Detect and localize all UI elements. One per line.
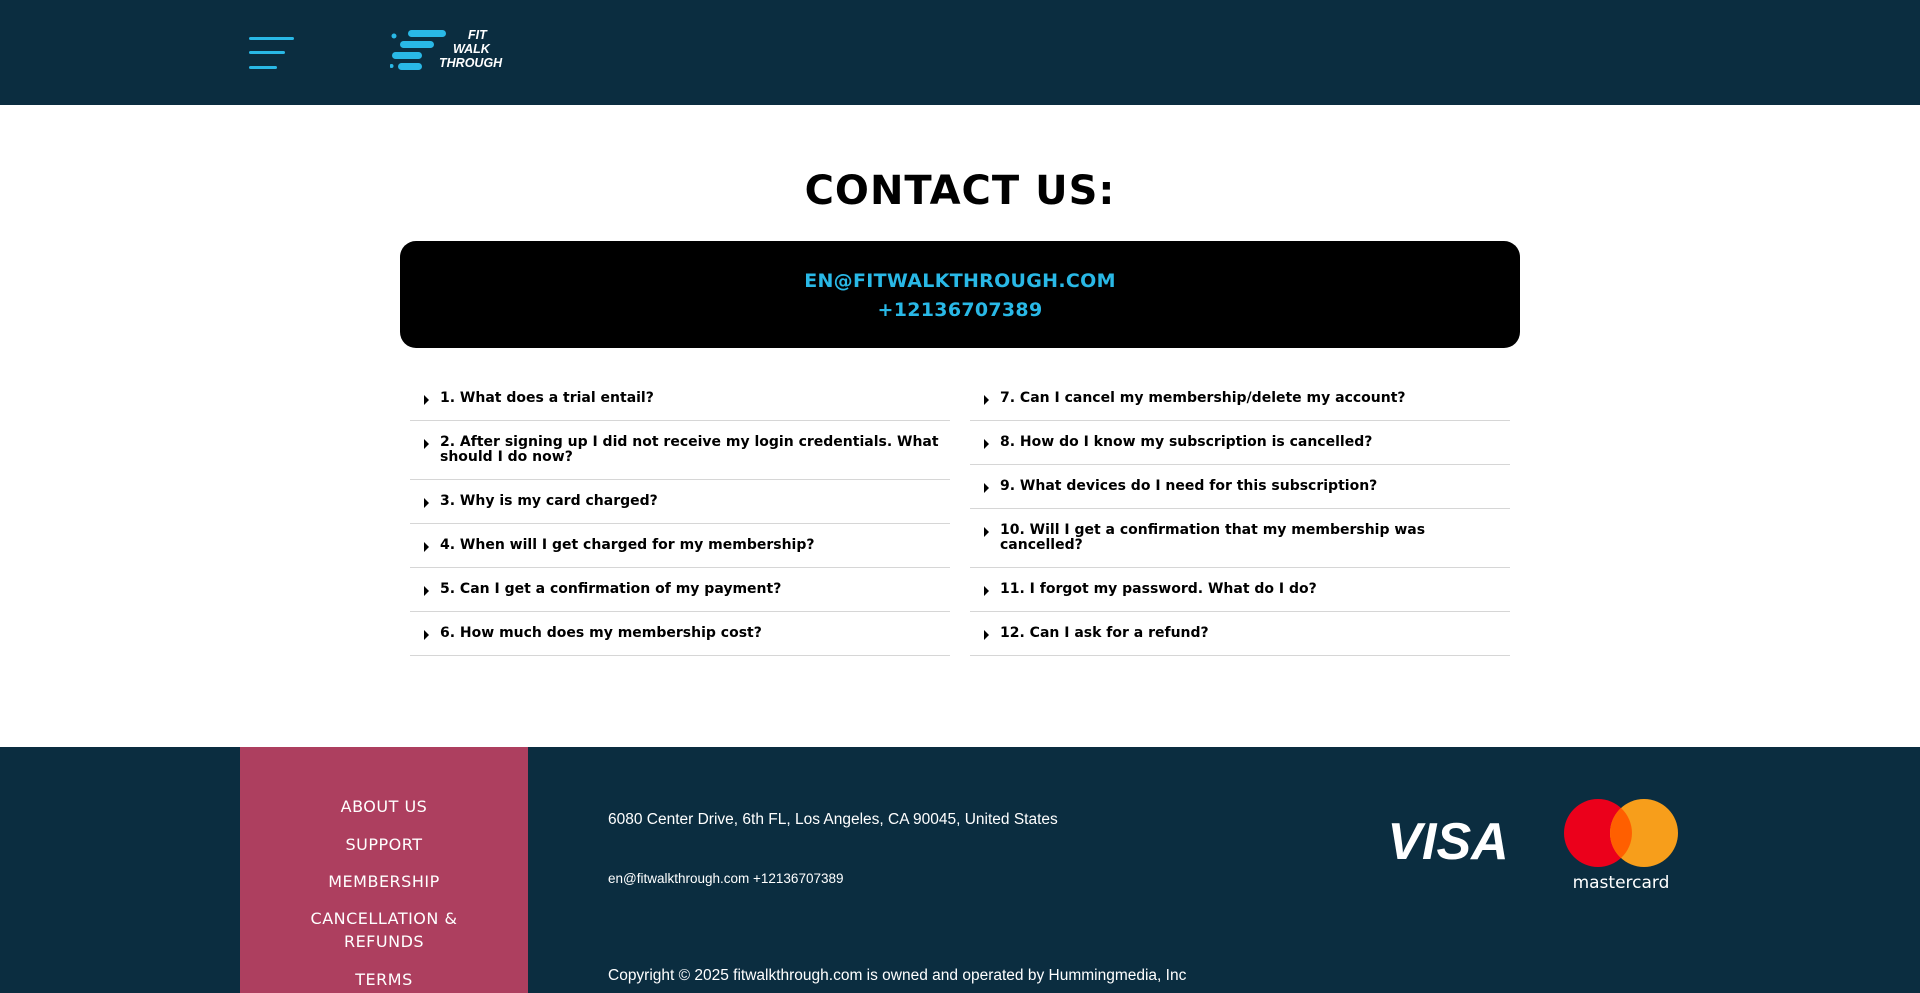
caret-right-icon — [424, 630, 429, 640]
caret-right-icon — [984, 395, 989, 405]
footer-nav: ABOUT US SUPPORT MEMBERSHIP CANCELLATION… — [240, 747, 528, 993]
faq-item-3[interactable]: 3. Why is my card charged? — [410, 480, 950, 524]
contact-email-link[interactable]: EN@FITWALKTHROUGH.COM — [400, 270, 1520, 292]
mastercard-wordmark: mastercard — [1573, 873, 1670, 893]
faq-item-12[interactable]: 12. Can I ask for a refund? — [970, 612, 1510, 656]
caret-right-icon — [424, 586, 429, 596]
footer-copyright: Copyright © 2025 fitwalkthrough.com is o… — [608, 967, 1187, 984]
faq-item-1[interactable]: 1. What does a trial entail? — [410, 377, 950, 421]
site-header: FIT WALK THROUGH — [0, 0, 1920, 105]
logo-wordmark: FIT WALK THROUGH — [426, 28, 506, 70]
footer-contact: en@fitwalkthrough.com +12136707389 — [608, 871, 844, 886]
hamburger-icon[interactable] — [249, 35, 294, 71]
logo-line-walk: WALK — [453, 42, 490, 56]
caret-right-icon — [424, 542, 429, 552]
faq-question: 7. Can I cancel my membership/delete my … — [1000, 390, 1406, 406]
caret-right-icon — [984, 527, 989, 537]
faq-item-7[interactable]: 7. Can I cancel my membership/delete my … — [970, 377, 1510, 421]
faq-item-5[interactable]: 5. Can I get a confirmation of my paymen… — [410, 568, 950, 612]
faq-item-9[interactable]: 9. What devices do I need for this subsc… — [970, 465, 1510, 509]
footer-link-about-us[interactable]: ABOUT US — [240, 795, 528, 818]
faq-question: 1. What does a trial entail? — [440, 390, 654, 406]
faq-question: 10. Will I get a confirmation that my me… — [1000, 522, 1426, 553]
faq-item-10[interactable]: 10. Will I get a confirmation that my me… — [970, 509, 1510, 568]
faq-item-6[interactable]: 6. How much does my membership cost? — [410, 612, 950, 656]
faq-question: 8. How do I know my subscription is canc… — [1000, 434, 1373, 450]
contact-box: EN@FITWALKTHROUGH.COM +12136707389 — [400, 241, 1520, 348]
faq-item-4[interactable]: 4. When will I get charged for my member… — [410, 524, 950, 568]
visa-logo-icon: VISA — [1387, 813, 1508, 867]
faq-question: 5. Can I get a confirmation of my paymen… — [440, 581, 782, 597]
site-footer: ABOUT US SUPPORT MEMBERSHIP CANCELLATION… — [0, 747, 1920, 993]
visa-wordmark: VISA — [1387, 813, 1508, 867]
caret-right-icon — [984, 630, 989, 640]
faq-question: 12. Can I ask for a refund? — [1000, 625, 1209, 641]
footer-address: 6080 Center Drive, 6th FL, Los Angeles, … — [608, 811, 1058, 828]
footer-link-terms[interactable]: TERMS — [240, 968, 528, 991]
logo-line-fit: FIT — [468, 28, 487, 42]
logo-line-through: THROUGH — [439, 56, 503, 70]
contact-phone-link[interactable]: +12136707389 — [400, 299, 1520, 321]
faq-item-11[interactable]: 11. I forgot my password. What do I do? — [970, 568, 1510, 612]
faq-item-2[interactable]: 2. After signing up I did not receive my… — [410, 421, 950, 480]
faq-question: 3. Why is my card charged? — [440, 493, 658, 509]
faq-column-left: 1. What does a trial entail? 2. After si… — [410, 377, 950, 656]
caret-right-icon — [424, 439, 429, 449]
caret-right-icon — [984, 439, 989, 449]
faq-question: 4. When will I get charged for my member… — [440, 537, 815, 553]
footer-link-membership[interactable]: MEMBERSHIP — [240, 870, 528, 893]
faq-item-8[interactable]: 8. How do I know my subscription is canc… — [970, 421, 1510, 465]
faq-question: 9. What devices do I need for this subsc… — [1000, 478, 1378, 494]
caret-right-icon — [424, 498, 429, 508]
site-logo[interactable]: FIT WALK THROUGH — [390, 26, 502, 74]
caret-right-icon — [424, 395, 429, 405]
caret-right-icon — [984, 586, 989, 596]
faq-question: 2. After signing up I did not receive my… — [440, 434, 939, 465]
page-title: CONTACT US: — [804, 168, 1116, 214]
caret-right-icon — [984, 483, 989, 493]
faq-question: 6. How much does my membership cost? — [440, 625, 762, 641]
faq-question: 11. I forgot my password. What do I do? — [1000, 581, 1317, 597]
footer-link-cancellation-refunds[interactable]: CANCELLATION & REFUNDS — [270, 907, 498, 953]
faq-column-right: 7. Can I cancel my membership/delete my … — [970, 377, 1510, 656]
mastercard-logo-icon: mastercard — [1564, 799, 1678, 893]
footer-link-support[interactable]: SUPPORT — [240, 833, 528, 856]
